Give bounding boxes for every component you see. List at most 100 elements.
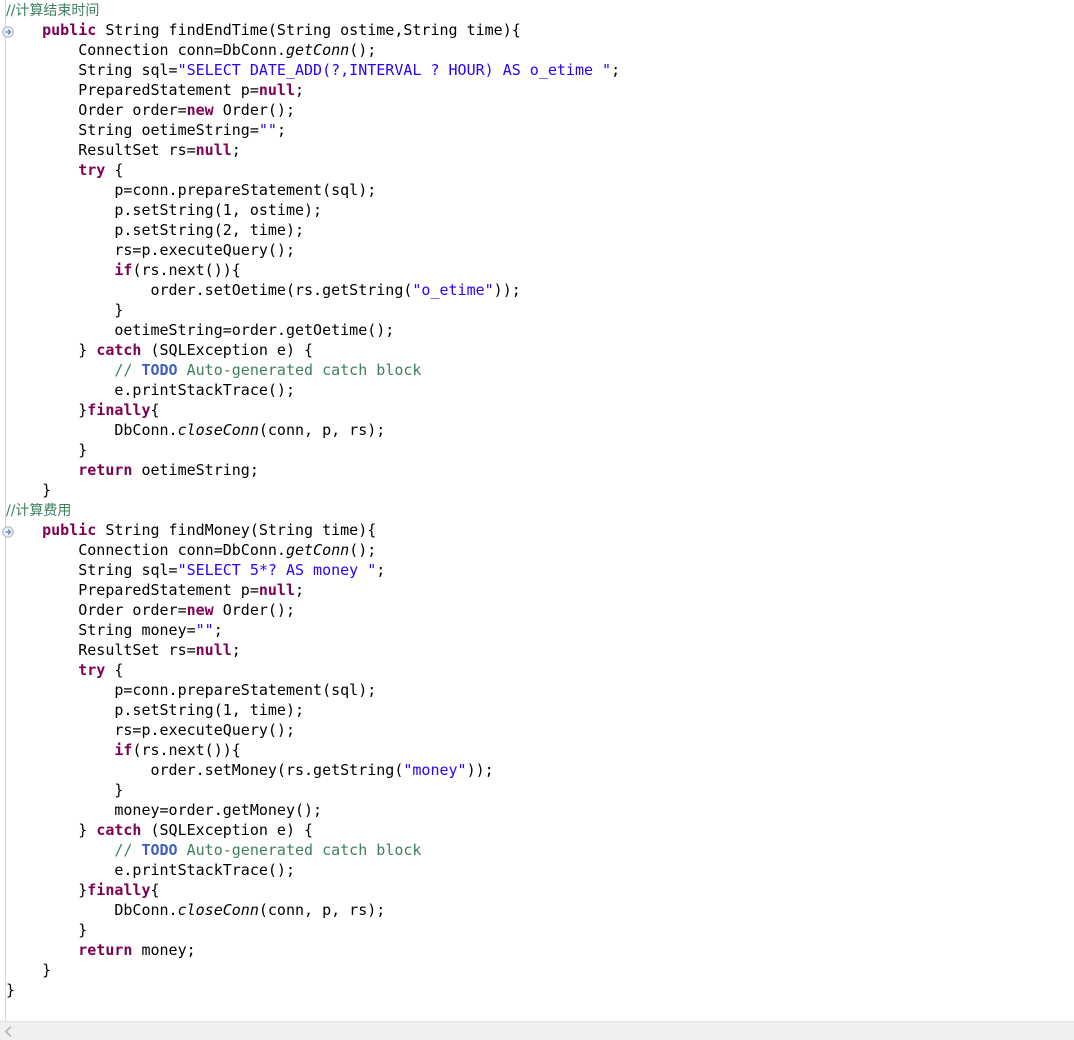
- code-token-plain: oetimeString=order.getOetime();: [6, 321, 395, 339]
- code-line[interactable]: money=order.getMoney();: [6, 800, 1074, 820]
- code-token-kw: null: [258, 581, 295, 599]
- code-token-plain: PreparedStatement p=: [6, 81, 259, 99]
- code-line[interactable]: PreparedStatement p=null;: [6, 580, 1074, 600]
- code-line[interactable]: }: [6, 440, 1074, 460]
- code-line[interactable]: ResultSet rs=null;: [6, 140, 1074, 160]
- code-line[interactable]: }finally{: [6, 400, 1074, 420]
- code-line[interactable]: }: [6, 960, 1074, 980]
- code-token-plain: e.printStackTrace();: [6, 861, 295, 879]
- code-line[interactable]: }: [6, 920, 1074, 940]
- code-line[interactable]: DbConn.closeConn(conn, p, rs);: [6, 420, 1074, 440]
- code-token-plain: }: [6, 881, 88, 899]
- code-line[interactable]: }: [6, 980, 1074, 1000]
- code-line[interactable]: if(rs.next()){: [6, 260, 1074, 280]
- code-token-kw: new: [186, 601, 214, 619]
- code-line[interactable]: try {: [6, 160, 1074, 180]
- override-arrow-icon[interactable]: [2, 26, 14, 38]
- code-line[interactable]: }: [6, 300, 1074, 320]
- code-line[interactable]: return money;: [6, 940, 1074, 960]
- code-line[interactable]: //计算结束时间: [6, 0, 1074, 20]
- code-token-plain: ;: [276, 121, 286, 139]
- code-token-plain: {: [105, 661, 124, 679]
- code-token-plain: }: [6, 981, 16, 999]
- code-line[interactable]: public String findMoney(String time){: [6, 520, 1074, 540]
- code-line[interactable]: String sql="SELECT DATE_ADD(?,INTERVAL ?…: [6, 60, 1074, 80]
- code-line[interactable]: public String findEndTime(String ostime,…: [6, 20, 1074, 40]
- code-token-plain: String sql=: [6, 61, 178, 79]
- code-line[interactable]: order.setMoney(rs.getString("money"));: [6, 760, 1074, 780]
- horizontal-scrollbar[interactable]: [0, 1021, 1074, 1040]
- code-line[interactable]: }finally{: [6, 880, 1074, 900]
- code-line[interactable]: p.setString(2, time);: [6, 220, 1074, 240]
- code-token-kw: try: [78, 661, 106, 679]
- code-line[interactable]: try {: [6, 660, 1074, 680]
- code-line[interactable]: } catch (SQLException e) {: [6, 820, 1074, 840]
- code-line[interactable]: p.setString(1, time);: [6, 700, 1074, 720]
- code-token-kw: null: [195, 641, 232, 659]
- code-line[interactable]: Order order=new Order();: [6, 100, 1074, 120]
- code-token-plain: (conn, p, rs);: [258, 421, 386, 439]
- code-line[interactable]: e.printStackTrace();: [6, 380, 1074, 400]
- code-line[interactable]: DbConn.closeConn(conn, p, rs);: [6, 900, 1074, 920]
- code-line[interactable]: ResultSet rs=null;: [6, 640, 1074, 660]
- code-line[interactable]: Order order=new Order();: [6, 600, 1074, 620]
- code-token-static: getConn: [285, 41, 350, 59]
- code-token-plain: ;: [213, 621, 223, 639]
- code-token-cmt-cjk: //计算结束时间: [6, 3, 100, 19]
- code-token-plain: ));: [466, 761, 494, 779]
- code-token-plain: ;: [376, 561, 386, 579]
- code-line[interactable]: PreparedStatement p=null;: [6, 80, 1074, 100]
- code-token-static: closeConn: [177, 421, 259, 439]
- code-editor-window: //计算结束时间 public String findEndTime(Strin…: [0, 0, 1074, 1040]
- code-line[interactable]: Connection conn=DbConn.getConn();: [6, 540, 1074, 560]
- code-line[interactable]: p=conn.prepareStatement(sql);: [6, 680, 1074, 700]
- code-token-str: "SELECT DATE_ADD(?,INTERVAL ? HOUR) AS o…: [177, 61, 612, 79]
- code-token-plain: e.printStackTrace();: [6, 381, 295, 399]
- code-token-kw: try: [78, 161, 106, 179]
- code-token-plain: oetimeString;: [132, 461, 259, 479]
- code-line[interactable]: }: [6, 480, 1074, 500]
- code-line[interactable]: rs=p.executeQuery();: [6, 240, 1074, 260]
- code-text-area[interactable]: //计算结束时间 public String findEndTime(Strin…: [6, 0, 1074, 1022]
- code-line[interactable]: } catch (SQLException e) {: [6, 340, 1074, 360]
- override-arrow-icon[interactable]: [2, 526, 14, 538]
- code-token-str: "o_etime": [412, 281, 494, 299]
- code-token-plain: ;: [295, 581, 305, 599]
- code-line[interactable]: if(rs.next()){: [6, 740, 1074, 760]
- code-token-plain: }: [6, 401, 88, 419]
- code-line[interactable]: // TODO Auto-generated catch block: [6, 360, 1074, 380]
- code-line[interactable]: }: [6, 780, 1074, 800]
- code-token-str: "money": [403, 761, 467, 779]
- code-token-kw: if: [114, 741, 133, 759]
- code-token-plain: (SQLException e) {: [141, 821, 314, 839]
- code-line[interactable]: e.printStackTrace();: [6, 860, 1074, 880]
- code-line[interactable]: // TODO Auto-generated catch block: [6, 840, 1074, 860]
- code-line[interactable]: String money="";: [6, 620, 1074, 640]
- code-token-plain: rs=p.executeQuery();: [6, 241, 295, 259]
- code-token-plain: (rs.next()){: [132, 261, 241, 279]
- code-token-plain: String oetimeString=: [6, 121, 259, 139]
- code-line[interactable]: p.setString(1, ostime);: [6, 200, 1074, 220]
- code-line[interactable]: String oetimeString="";: [6, 120, 1074, 140]
- code-line[interactable]: p=conn.prepareStatement(sql);: [6, 180, 1074, 200]
- code-token-plain: DbConn.: [6, 421, 178, 439]
- code-line[interactable]: oetimeString=order.getOetime();: [6, 320, 1074, 340]
- code-line[interactable]: //计算费用: [6, 500, 1074, 520]
- code-line[interactable]: rs=p.executeQuery();: [6, 720, 1074, 740]
- code-line[interactable]: String sql="SELECT 5*? AS money ";: [6, 560, 1074, 580]
- code-line[interactable]: order.setOetime(rs.getString("o_etime"))…: [6, 280, 1074, 300]
- code-token-plain: String money=: [6, 621, 196, 639]
- scroll-left-arrow-icon[interactable]: [0, 1022, 17, 1040]
- code-line[interactable]: return oetimeString;: [6, 460, 1074, 480]
- scrollbar-track[interactable]: [17, 1022, 1074, 1040]
- code-line[interactable]: Connection conn=DbConn.getConn();: [6, 40, 1074, 60]
- code-token-cmt: Auto-generated catch block: [177, 361, 422, 379]
- code-token-static: closeConn: [177, 901, 259, 919]
- code-token-plain: order.setMoney(rs.getString(: [6, 761, 404, 779]
- code-token-cmt: //: [114, 361, 142, 379]
- code-token-kw: finally: [87, 401, 151, 419]
